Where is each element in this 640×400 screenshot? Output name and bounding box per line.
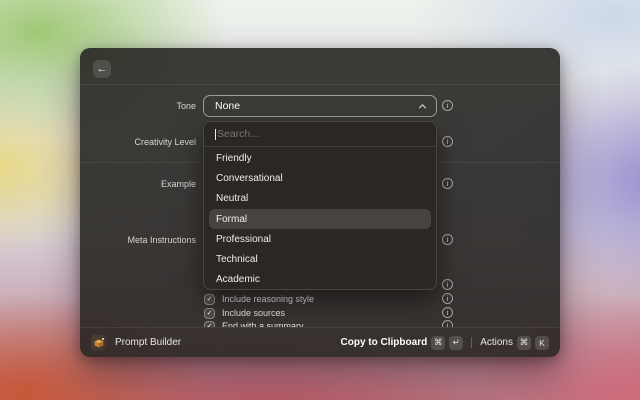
- checkbox-label: Include reasoning style: [222, 294, 314, 304]
- chevron-up-icon: [418, 102, 427, 111]
- app-window: ← Tone None i Creativity Level i Example…: [80, 48, 560, 357]
- prompt-builder-app-icon: [91, 335, 107, 351]
- tone-dropdown-panel: Search... Friendly Conversational Neutra…: [203, 121, 437, 290]
- info-icon[interactable]: i: [442, 293, 453, 304]
- window-footer: Prompt Builder Copy to Clipboard ⌘ ↵ Act…: [80, 327, 560, 357]
- info-icon[interactable]: i: [442, 136, 453, 147]
- dropdown-option-selected[interactable]: Formal: [209, 209, 431, 229]
- back-arrow-icon: ←: [97, 63, 108, 75]
- checkbox-label: Include sources: [222, 308, 285, 318]
- tone-label: Tone: [80, 100, 196, 112]
- check-icon: ✓: [207, 309, 213, 317]
- search-placeholder: Search...: [217, 128, 259, 140]
- dropdown-search-input[interactable]: Search...: [204, 122, 436, 147]
- info-icon[interactable]: i: [442, 279, 453, 290]
- text-cursor: [215, 129, 216, 140]
- enter-key-icon: ↵: [449, 336, 463, 350]
- copy-to-clipboard-button[interactable]: Copy to Clipboard ⌘ ↵: [341, 336, 464, 350]
- cmd-key-icon: ⌘: [517, 336, 531, 350]
- tone-select[interactable]: None: [203, 95, 437, 117]
- back-button[interactable]: ←: [93, 60, 111, 78]
- info-icon[interactable]: i: [442, 320, 453, 327]
- dropdown-option[interactable]: Conversational: [204, 168, 436, 188]
- footer-divider: [471, 337, 472, 348]
- checkbox-checked-icon: ✓: [204, 308, 215, 319]
- checkbox-include-reasoning-style[interactable]: ✓ Include reasoning style: [204, 293, 314, 305]
- desktop-background: ← Tone None i Creativity Level i Example…: [0, 0, 640, 400]
- tone-selected-value: None: [215, 100, 418, 112]
- dropdown-option[interactable]: Academic: [204, 270, 436, 290]
- window-header: ←: [80, 48, 560, 85]
- dropdown-option[interactable]: Professional: [204, 229, 436, 249]
- dropdown-option[interactable]: Technical: [204, 249, 436, 269]
- dropdown-option[interactable]: Neutral: [204, 189, 436, 209]
- checkbox-include-sources[interactable]: ✓ Include sources: [204, 307, 285, 319]
- info-icon[interactable]: i: [442, 178, 453, 189]
- creativity-level-label: Creativity Level: [80, 136, 196, 148]
- action-label: Actions: [480, 337, 513, 348]
- info-icon[interactable]: i: [442, 307, 453, 318]
- checkbox-end-with-summary[interactable]: ✓ End with a summary: [204, 320, 304, 327]
- checkbox-checked-icon: ✓: [204, 294, 215, 305]
- info-icon[interactable]: i: [442, 100, 453, 111]
- check-icon: ✓: [207, 295, 213, 303]
- action-label: Copy to Clipboard: [341, 337, 428, 348]
- cmd-key-icon: ⌘: [431, 336, 445, 350]
- form-body: Tone None i Creativity Level i Example i…: [80, 85, 560, 327]
- info-icon[interactable]: i: [442, 234, 453, 245]
- dropdown-option[interactable]: Friendly: [204, 148, 436, 168]
- example-label: Example: [80, 178, 196, 190]
- k-key-icon: K: [535, 336, 549, 350]
- dropdown-option-list: Friendly Conversational Neutral Formal P…: [204, 147, 436, 290]
- actions-button[interactable]: Actions ⌘ K: [480, 336, 549, 350]
- meta-instructions-label: Meta Instructions: [80, 234, 196, 246]
- app-name: Prompt Builder: [115, 337, 181, 348]
